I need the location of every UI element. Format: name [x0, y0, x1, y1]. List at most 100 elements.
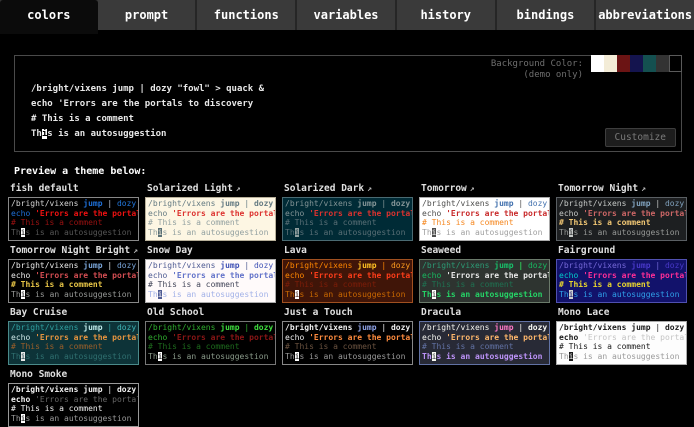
tab-prompt[interactable]: prompt [98, 0, 198, 30]
sample-line: # This is a comment [11, 218, 136, 228]
theme-title-tomorrow-night[interactable]: Tomorrow Night↗ [558, 183, 687, 195]
external-link-icon[interactable]: ↗ [367, 184, 372, 193]
sample-line: This is an autosuggestion [422, 228, 547, 238]
theme-card-tomorrow-night[interactable]: /bright/vixens jump | dozy "fowl" > quac… [556, 197, 687, 241]
theme-title-tomorrow-night-bright[interactable]: Tomorrow Night Bright↗ [10, 245, 139, 257]
preview-theme-heading: Preview a theme below: [14, 166, 146, 177]
theme-title-solarized-light[interactable]: Solarized Light↗ [147, 183, 276, 195]
theme-title-fish-default: fish default [10, 183, 139, 195]
tab-colors[interactable]: colors [0, 0, 98, 34]
sample-line: echo 'Errors are the portals to discover… [559, 333, 684, 343]
theme-title-solarized-dark[interactable]: Solarized Dark↗ [284, 183, 413, 195]
theme-card-mono-lace[interactable]: /bright/vixens jump | dozy "fowl" > quac… [556, 321, 687, 365]
sample-line: This is an autosuggestion [285, 290, 410, 300]
theme-card-old-school[interactable]: /bright/vixens jump | dozy "fowl" > quac… [145, 321, 276, 365]
theme-cell-snow-day: Snow Day/bright/vixens jump | dozy "fowl… [145, 244, 276, 303]
sample-line: /bright/vixens jump | dozy "fowl" > quac… [422, 199, 547, 209]
sample-line: This is an autosuggestion [148, 352, 273, 362]
theme-card-just-a-touch[interactable]: /bright/vixens jump | dozy "fowl" > quac… [282, 321, 413, 365]
bg-swatch-1[interactable] [591, 55, 604, 72]
theme-card-lava[interactable]: /bright/vixens jump | dozy "fowl" > quac… [282, 259, 413, 303]
tab-history[interactable]: history [397, 0, 497, 30]
theme-name-label: Dracula [421, 307, 461, 318]
external-link-icon[interactable]: ↗ [470, 184, 475, 193]
sample-line: This is an autosuggestion [559, 290, 684, 300]
external-link-icon[interactable]: ↗ [133, 246, 138, 255]
background-color-swatches [591, 55, 682, 72]
theme-name-label: Tomorrow [421, 183, 467, 194]
sample-line: /bright/vixens jump | dozy "fowl" > quac… [11, 385, 136, 395]
sample-line: This is an autosuggestion [11, 290, 136, 300]
theme-cell-mono-lace: Mono Lace/bright/vixens jump | dozy "fow… [556, 306, 687, 365]
theme-card-fairground[interactable]: /bright/vixens jump | dozy "fowl" > quac… [556, 259, 687, 303]
theme-name-label: Old School [147, 307, 204, 318]
theme-cell-just-a-touch: Just a Touch/bright/vixens jump | dozy "… [282, 306, 413, 365]
sample-line: /bright/vixens jump | dozy "fowl" > quac… [148, 323, 273, 333]
sample-line: # This is a comment [11, 342, 136, 352]
tab-functions[interactable]: functions [197, 0, 297, 30]
theme-title-seaweed: Seaweed [421, 245, 550, 257]
sample-line: /bright/vixens jump | dozy "fowl" > quac… [559, 199, 684, 209]
tab-variables[interactable]: variables [297, 0, 397, 30]
theme-name-label: Mono Lace [558, 307, 609, 318]
sample-line: echo 'Errors are the portals to discover… [285, 209, 410, 219]
sample-line: # This is a comment [148, 218, 273, 228]
theme-card-solarized-light[interactable]: /bright/vixens jump | dozy "fowl" > quac… [145, 197, 276, 241]
theme-card-tomorrow-night-bright[interactable]: /bright/vixens jump | dozy "fowl" > quac… [8, 259, 139, 303]
theme-title-tomorrow[interactable]: Tomorrow↗ [421, 183, 550, 195]
theme-name-label: Tomorrow Night [558, 183, 638, 194]
sample-line: This is an autosuggestion [559, 352, 684, 362]
theme-card-tomorrow[interactable]: /bright/vixens jump | dozy "fowl" > quac… [419, 197, 550, 241]
sample-line: This is an autosuggestion [285, 228, 410, 238]
theme-card-solarized-dark[interactable]: /bright/vixens jump | dozy "fowl" > quac… [282, 197, 413, 241]
sample-line: # This is a comment [422, 218, 547, 228]
external-link-icon[interactable]: ↗ [236, 184, 241, 193]
theme-title-bay-cruise: Bay Cruise [10, 307, 139, 319]
sample-line: echo 'Errors are the portals to discover… [148, 271, 273, 281]
sample-line: # This is a comment [422, 280, 547, 290]
sample-line: # This is a comment [31, 112, 264, 127]
bg-swatch-2[interactable] [604, 55, 617, 72]
theme-title-snow-day: Snow Day [147, 245, 276, 257]
sample-line: /bright/vixens jump | dozy "fowl" > quac… [31, 82, 264, 97]
sample-line: This is an autosuggestion [148, 228, 273, 238]
bg-swatch-3[interactable] [617, 55, 630, 72]
sample-line: echo 'Errors are the portals to discover… [285, 271, 410, 281]
theme-cell-solarized-light: Solarized Light↗ /bright/vixens jump | do… [145, 182, 276, 241]
theme-cell-tomorrow-night-bright: Tomorrow Night Bright↗ /bright/vixens jum… [8, 244, 139, 303]
sample-line: echo 'Errors are the portals to discover… [11, 209, 136, 219]
background-color-label: Background Color: (demo only) [491, 59, 583, 81]
sample-line: echo 'Errors are the portals to discover… [11, 333, 136, 343]
sample-line: /bright/vixens jump | dozy "fowl" > quac… [559, 323, 684, 333]
theme-card-seaweed[interactable]: /bright/vixens jump | dozy "fowl" > quac… [419, 259, 550, 303]
sample-line: # This is a comment [11, 280, 136, 290]
theme-card-bay-cruise[interactable]: /bright/vixens jump | dozy "fowl" > quac… [8, 321, 139, 365]
theme-name-label: Solarized Dark [284, 183, 364, 194]
external-link-icon[interactable]: ↗ [641, 184, 646, 193]
bg-swatch-6[interactable] [656, 55, 669, 72]
theme-grid: fish default/bright/vixens jump | dozy "… [8, 182, 687, 427]
theme-title-mono-smoke: Mono Smoke [10, 369, 139, 381]
sample-line: /bright/vixens jump | dozy "fowl" > quac… [11, 323, 136, 333]
theme-cell-seaweed: Seaweed/bright/vixens jump | dozy "fowl"… [419, 244, 550, 303]
theme-card-fish-default[interactable]: /bright/vixens jump | dozy "fowl" > quac… [8, 197, 139, 241]
sample-line: echo 'Errors are the portals to discover… [31, 97, 264, 112]
sample-line: This is an autosuggestion [11, 228, 136, 238]
theme-card-mono-smoke[interactable]: /bright/vixens jump | dozy "fowl" > quac… [8, 383, 139, 427]
tab-abbreviations[interactable]: abbreviations [596, 0, 694, 30]
sample-line: /bright/vixens jump | dozy "fowl" > quac… [11, 261, 136, 271]
theme-card-snow-day[interactable]: /bright/vixens jump | dozy "fowl" > quac… [145, 259, 276, 303]
sample-line: # This is a comment [11, 404, 136, 414]
tab-bindings[interactable]: bindings [497, 0, 597, 30]
theme-card-dracula[interactable]: /bright/vixens jump | dozy "fowl" > quac… [419, 321, 550, 365]
bg-swatch-7[interactable] [669, 55, 682, 72]
customize-button[interactable]: Customize [605, 128, 676, 147]
theme-cell-fairground: Fairground/bright/vixens jump | dozy "fo… [556, 244, 687, 303]
sample-line: This is an autosuggestion [148, 290, 273, 300]
bg-swatch-4[interactable] [630, 55, 643, 72]
background-color-label-text: Background Color: [491, 59, 583, 70]
theme-cell-fish-default: fish default/bright/vixens jump | dozy "… [8, 182, 139, 241]
bg-swatch-5[interactable] [643, 55, 656, 72]
sample-line: /bright/vixens jump | dozy "fowl" > quac… [148, 261, 273, 271]
theme-name-label: Lava [284, 245, 307, 256]
